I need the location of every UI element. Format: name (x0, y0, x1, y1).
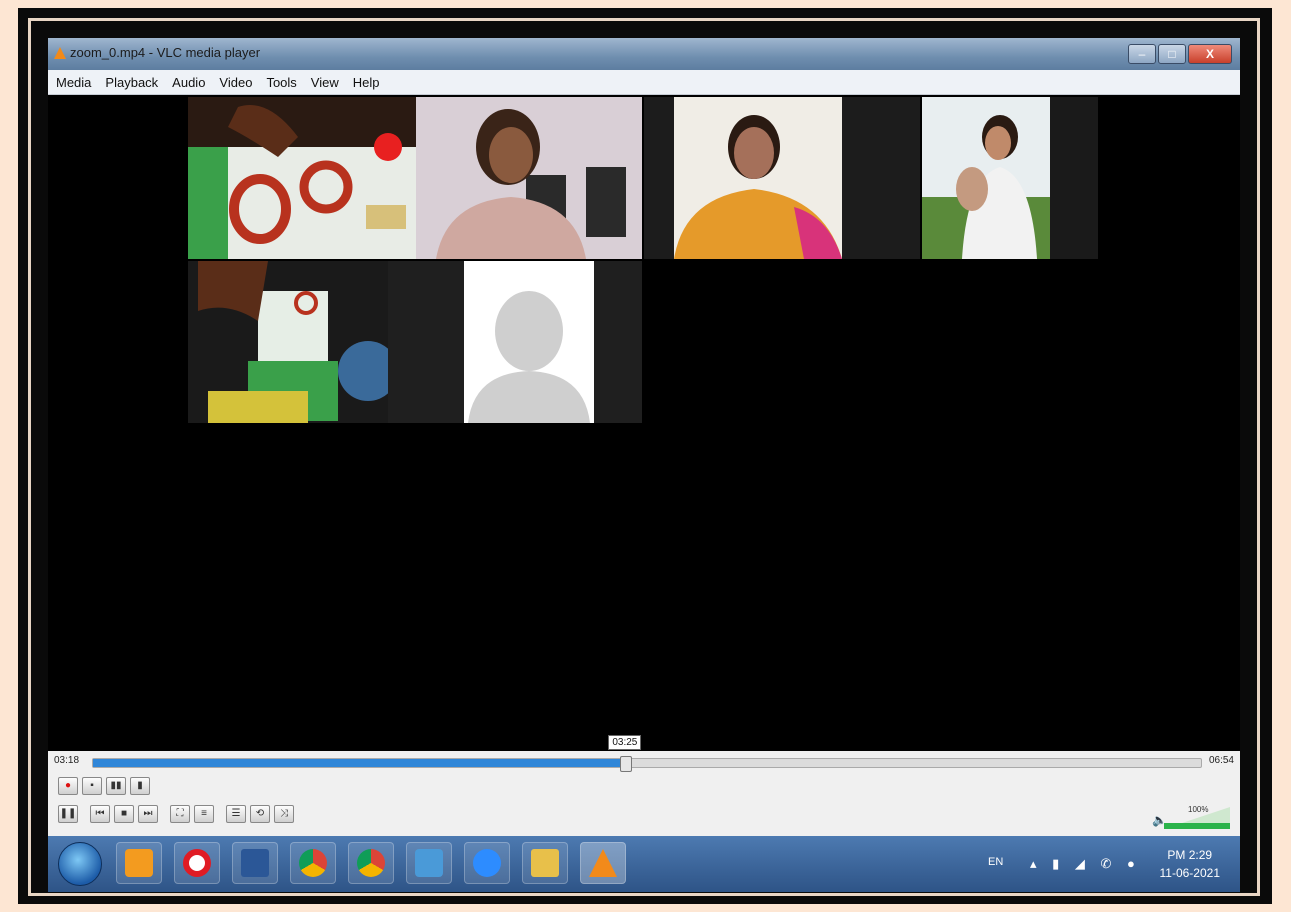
clock[interactable]: PM 2:29 11-06-2021 (1160, 846, 1221, 882)
main-controls: ❚❚ ⏮ ■ ⏭ ⛶ ≡ ☰ ⟲ ⤨ (58, 805, 294, 823)
elapsed-time: 03:18 (54, 755, 80, 766)
fullscreen-button[interactable]: ⛶ (170, 805, 190, 823)
network-app-taskbar-icon[interactable] (406, 842, 452, 884)
video-area[interactable] (48, 95, 1240, 751)
extended-settings-button[interactable]: ≡ (194, 805, 214, 823)
volume-fill (1164, 823, 1230, 829)
frame-step-button[interactable]: ▮ (130, 777, 150, 795)
title-bar[interactable]: zoom_0.mp4 - VLC media player – □ X (48, 38, 1240, 70)
minimize-button[interactable]: – (1128, 44, 1156, 64)
menu-video[interactable]: Video (219, 70, 252, 94)
pause-button[interactable]: ❚❚ (58, 805, 78, 823)
seek-bar-fill (93, 759, 625, 767)
menu-bar: Media Playback Audio Video Tools View He… (48, 70, 1240, 95)
word-taskbar-icon[interactable] (232, 842, 278, 884)
close-button[interactable]: X (1188, 44, 1232, 64)
video-tile-participant-3 (644, 97, 920, 259)
chrome-taskbar-icon-2[interactable] (348, 842, 394, 884)
menu-audio[interactable]: Audio (172, 70, 205, 94)
menu-view[interactable]: View (311, 70, 339, 94)
vlc-taskbar-icon[interactable] (580, 842, 626, 884)
shuffle-button[interactable]: ⤨ (274, 805, 294, 823)
record-button[interactable]: ● (58, 777, 78, 795)
video-tile-avatar-placeholder (388, 261, 642, 423)
window-controls: – □ X (1128, 44, 1232, 64)
seek-handle[interactable] (619, 756, 632, 772)
opera-taskbar-icon[interactable] (174, 842, 220, 884)
chrome-taskbar-icon[interactable] (290, 842, 336, 884)
maximize-button[interactable]: □ (1158, 44, 1186, 64)
volume-percent: 100% (1188, 805, 1209, 814)
clock-time: PM 2:29 (1167, 848, 1213, 862)
vlc-cone-icon (54, 47, 66, 59)
video-tile-crafting (188, 261, 388, 423)
next-button[interactable]: ⏭ (138, 805, 158, 823)
language-indicator[interactable]: EN (988, 856, 1003, 868)
file-explorer-taskbar-icon[interactable] (522, 842, 568, 884)
video-tile-participant-2 (416, 97, 642, 259)
clock-date: 11-06-2021 (1159, 866, 1221, 880)
advanced-controls: ● ▪ ▮▮ ▮ (58, 777, 150, 795)
playback-controls: 03:18 03:25 06:54 ● ▪ ▮▮ ▮ ❚❚ ⏮ ■ ⏭ ⛶ ≡ … (48, 735, 1240, 836)
menu-tools[interactable]: Tools (266, 70, 296, 94)
zoom-taskbar-icon[interactable] (464, 842, 510, 884)
previous-button[interactable]: ⏮ (90, 805, 110, 823)
vlc-window: zoom_0.mp4 - VLC media player – □ X Medi… (48, 38, 1240, 836)
menu-playback[interactable]: Playback (105, 70, 158, 94)
snapshot-button[interactable]: ▪ (82, 777, 102, 795)
video-tile-bangles (188, 97, 416, 259)
seek-bar[interactable]: 03:25 (92, 735, 1202, 772)
loop-ab-button[interactable]: ▮▮ (106, 777, 126, 795)
seek-time-tooltip: 03:25 (608, 735, 642, 750)
system-tray: EN ▴ ▮ ◢ ✆ ● PM 2:29 11-06-2021 (970, 836, 1240, 892)
playlist-button[interactable]: ☰ (226, 805, 246, 823)
media-player-taskbar-icon[interactable] (116, 842, 162, 884)
volume-control[interactable]: 🔈 100% (1152, 803, 1232, 831)
stop-button[interactable]: ■ (114, 805, 134, 823)
taskbar: EN ▴ ▮ ◢ ✆ ● PM 2:29 11-06-2021 (48, 836, 1240, 892)
menu-help[interactable]: Help (353, 70, 380, 94)
menu-media[interactable]: Media (56, 70, 91, 94)
total-time: 06:54 (1208, 755, 1234, 766)
loop-button[interactable]: ⟲ (250, 805, 270, 823)
start-button[interactable] (58, 842, 102, 886)
video-tile-participant-4 (922, 97, 1098, 259)
window-title: zoom_0.mp4 - VLC media player (70, 45, 261, 60)
tray-icons[interactable]: ▴ ▮ ◢ ✆ ● (1030, 856, 1141, 872)
